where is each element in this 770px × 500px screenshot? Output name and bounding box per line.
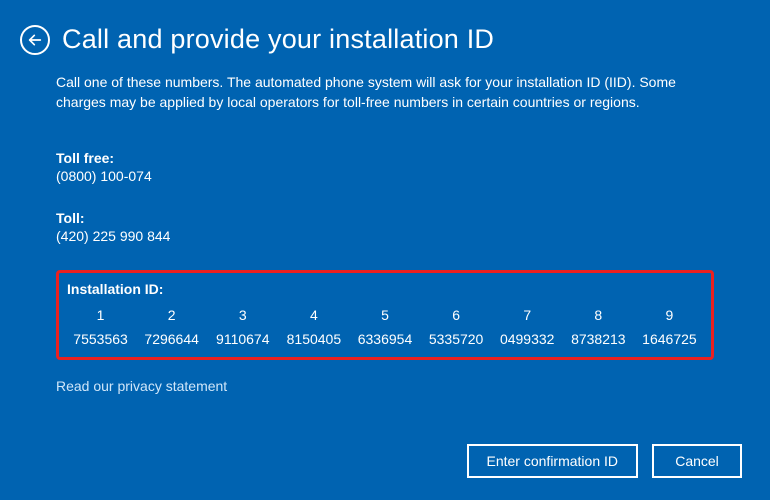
arrow-left-icon [27, 32, 43, 48]
cancel-button[interactable]: Cancel [652, 444, 742, 478]
iid-index: 1 [97, 307, 105, 323]
iid-index: 9 [666, 307, 674, 323]
iid-index: 6 [452, 307, 460, 323]
iid-index: 4 [310, 307, 318, 323]
iid-value: 8738213 [571, 331, 626, 347]
iid-index: 2 [168, 307, 176, 323]
page-title: Call and provide your installation ID [62, 24, 494, 55]
toll-section: Toll: (420) 225 990 844 [56, 210, 714, 244]
iid-value: 6336954 [358, 331, 413, 347]
iid-value: 0499332 [500, 331, 555, 347]
iid-value: 8150405 [287, 331, 342, 347]
iid-value: 9110674 [216, 331, 269, 347]
installation-id-box: Installation ID: 1 7553563 2 7296644 3 9… [56, 270, 714, 360]
iid-value: 1646725 [642, 331, 697, 347]
toll-free-label: Toll free: [56, 150, 714, 166]
toll-free-value: (0800) 100-074 [56, 168, 714, 184]
iid-index: 7 [523, 307, 531, 323]
iid-group: 8 8738213 [565, 307, 632, 347]
iid-group: 6 5335720 [423, 307, 490, 347]
iid-group: 7 0499332 [494, 307, 561, 347]
back-button[interactable] [20, 25, 50, 55]
iid-index: 8 [594, 307, 602, 323]
iid-group: 4 8150405 [280, 307, 347, 347]
iid-index: 3 [239, 307, 247, 323]
installation-id-label: Installation ID: [67, 281, 703, 297]
iid-group: 5 6336954 [351, 307, 418, 347]
iid-value: 7296644 [144, 331, 199, 347]
toll-label: Toll: [56, 210, 714, 226]
iid-group: 2 7296644 [138, 307, 205, 347]
privacy-statement-link[interactable]: Read our privacy statement [56, 378, 227, 394]
iid-group: 9 1646725 [636, 307, 703, 347]
iid-value: 5335720 [429, 331, 484, 347]
toll-value: (420) 225 990 844 [56, 228, 714, 244]
installation-id-grid: 1 7553563 2 7296644 3 9110674 4 8150405 … [67, 307, 703, 347]
iid-group: 3 9110674 [209, 307, 276, 347]
iid-value: 7553563 [73, 331, 128, 347]
iid-index: 5 [381, 307, 389, 323]
description-text: Call one of these numbers. The automated… [56, 73, 714, 112]
enter-confirmation-id-button[interactable]: Enter confirmation ID [467, 444, 639, 478]
toll-free-section: Toll free: (0800) 100-074 [56, 150, 714, 184]
iid-group: 1 7553563 [67, 307, 134, 347]
